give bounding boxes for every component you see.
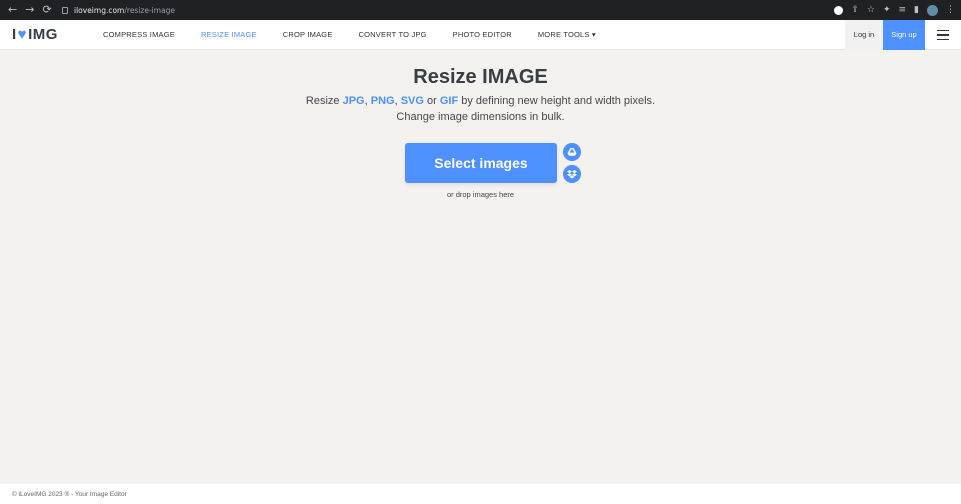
share-icon[interactable]: ⇪: [851, 5, 859, 15]
menu-convert-to-jpg[interactable]: CONVERT TO JPG: [359, 20, 427, 50]
page-title: Resize IMAGE: [413, 66, 548, 88]
site-header: I ♥ IMG COMPRESS IMAGE RESIZE IMAGE CROP…: [0, 20, 961, 50]
hamburger-menu-icon[interactable]: [925, 20, 961, 50]
browser-nav: ← → ⟳: [0, 0, 60, 20]
menu-more-tools[interactable]: MORE TOOLS ▾: [538, 20, 596, 50]
format-jpg: JPG: [342, 95, 365, 107]
subtitle-suffix: by defining new height and width pixels.: [458, 95, 656, 107]
google-drive-icon: [567, 148, 577, 156]
menu-resize-image[interactable]: RESIZE IMAGE: [201, 20, 257, 50]
page-subtitle: Resize JPG, PNG, SVG or GIF by defining …: [0, 95, 961, 107]
sidepanel-icon[interactable]: ▮: [914, 5, 919, 15]
menu-crop-image[interactable]: CROP IMAGE: [283, 20, 333, 50]
select-images-button[interactable]: Select images: [405, 143, 557, 183]
logo-letter: I: [12, 26, 17, 43]
site-footer: © iLoveIMG 2023 ® - Your Image Editor: [0, 484, 961, 504]
url-host: iloveimg.com: [74, 5, 125, 15]
dropbox-icon: [567, 170, 577, 179]
profile-avatar-icon[interactable]: [927, 4, 938, 16]
footer-copyright: © iLoveIMG 2023 ® - Your Image Editor: [12, 490, 127, 498]
url-path: /resize-image: [124, 5, 176, 15]
address-bar[interactable]: iloveimg.com/resize-image: [60, 0, 175, 20]
subtitle-sep: or: [423, 95, 440, 107]
kebab-menu-icon[interactable]: ⋮: [946, 5, 955, 15]
drop-hint: or drop images here: [446, 190, 515, 199]
format-gif: GIF: [439, 95, 459, 107]
page-subtitle-line2: Change image dimensions in bulk.: [396, 111, 565, 123]
reload-icon[interactable]: ⟳: [42, 0, 51, 20]
format-png: PNG: [370, 95, 395, 107]
address-text[interactable]: iloveimg.com/resize-image: [74, 6, 175, 15]
google-icon[interactable]: [834, 5, 844, 15]
browser-actions: ⇪ ☆ ✦ ≡ ▮ ⋮: [834, 0, 955, 20]
logo[interactable]: I ♥ IMG: [0, 26, 90, 43]
header-actions: Log in Sign up: [845, 20, 961, 50]
login-button[interactable]: Log in: [845, 20, 883, 50]
google-drive-button[interactable]: [563, 143, 581, 161]
extensions-icon[interactable]: ✦: [883, 5, 891, 15]
heart-icon: ♥: [17, 26, 28, 43]
dropbox-button[interactable]: [563, 165, 581, 183]
forward-icon[interactable]: →: [25, 0, 34, 20]
browser-toolbar: ← → ⟳ iloveimg.com/resize-image ⇪ ☆ ✦ ≡ …: [0, 0, 961, 20]
signup-button[interactable]: Sign up: [883, 20, 925, 50]
format-svg: SVG: [400, 95, 424, 107]
subtitle-prefix: Resize: [305, 95, 343, 107]
star-icon[interactable]: ☆: [867, 5, 875, 15]
main-menu: COMPRESS IMAGE RESIZE IMAGE CROP IMAGE C…: [90, 20, 596, 50]
lock-icon[interactable]: [62, 6, 68, 14]
logo-word: IMG: [28, 26, 58, 43]
menu-more-tools-label: MORE TOOLS: [537, 29, 590, 39]
caret-down-icon: ▾: [591, 29, 596, 39]
media-icon[interactable]: ≡: [899, 5, 907, 15]
menu-photo-editor[interactable]: PHOTO EDITOR: [453, 20, 512, 50]
back-icon[interactable]: ←: [8, 0, 17, 20]
menu-compress-image[interactable]: COMPRESS IMAGE: [103, 20, 175, 50]
